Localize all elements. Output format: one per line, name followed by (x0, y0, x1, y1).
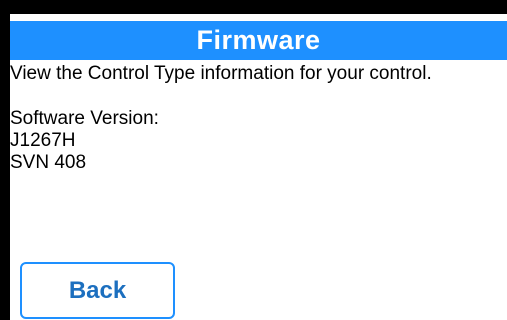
svn-value: SVN 408 (10, 152, 87, 173)
description-text: View the Control Type information for yo… (10, 63, 432, 84)
software-code-value: J1267H (10, 130, 76, 151)
page-title: Firmware (10, 21, 507, 60)
back-button[interactable]: Back (20, 262, 175, 319)
software-version-label: Software Version: (10, 108, 159, 129)
firmware-screen: Firmware View the Control Type informati… (10, 14, 507, 320)
